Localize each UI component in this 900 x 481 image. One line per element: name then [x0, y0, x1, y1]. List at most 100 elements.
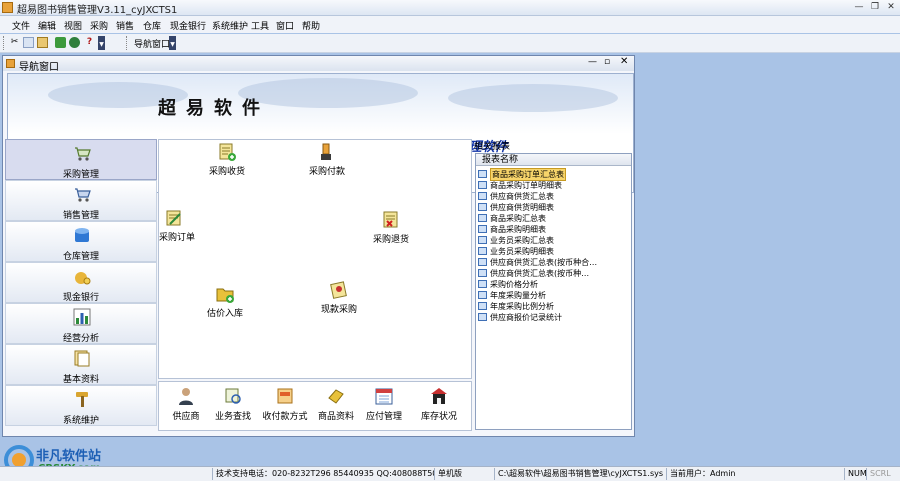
menu-help[interactable]: 帮助: [302, 19, 320, 32]
report-label: 供应商供货汇总表(按币种合…: [490, 258, 598, 267]
close-icon[interactable]: ✕: [884, 2, 898, 13]
menu-window[interactable]: 窗口: [276, 19, 294, 32]
status-scrl: SCRL: [866, 468, 896, 480]
flow-label: 采购订单: [159, 233, 196, 243]
menu-warehouse[interactable]: 仓库: [143, 19, 161, 32]
toolbar-grip-2[interactable]: [126, 36, 130, 50]
sidebar-item-label: 销售管理: [62, 211, 99, 221]
report-label: 供应商供货汇总表: [490, 192, 554, 201]
report-label: 供应商报价记录统计: [490, 313, 562, 322]
sidebar-item-label: 采购管理: [62, 170, 99, 180]
quick-label: 商品资料: [317, 412, 354, 422]
menu-sales[interactable]: 销售: [116, 19, 134, 32]
report-icon: [478, 225, 487, 233]
app-icon: [2, 2, 13, 13]
menu-view[interactable]: 视图: [64, 19, 82, 32]
report-label: 业务员采购汇总表: [490, 236, 554, 245]
sidebar-item-system[interactable]: 系统维护: [5, 385, 157, 426]
sidebar-item-purchase[interactable]: 采购管理: [5, 139, 157, 180]
sidebar-item-warehouse[interactable]: 仓库管理: [5, 221, 157, 262]
nav-window-title: 导航窗口: [19, 62, 59, 73]
quick-label: 业务查找: [214, 412, 251, 422]
flow-return[interactable]: 采购退货: [373, 210, 413, 245]
hammer-icon: [76, 392, 88, 407]
search-docs-icon: [225, 388, 241, 404]
status-path: C:\超易软件\超易图书销售管理\cyJXCTS1.sys: [494, 468, 666, 480]
flow-payment[interactable]: 采购付款: [309, 142, 349, 177]
refresh-icon[interactable]: [55, 37, 66, 48]
toolbar-overflow-icon[interactable]: ▼: [98, 36, 105, 50]
window-icon: [6, 59, 15, 68]
banner-sky: [8, 74, 633, 134]
menu-system[interactable]: 系统维护: [212, 19, 248, 32]
status-num: NUM: [844, 468, 866, 480]
store-icon: [431, 388, 447, 404]
sales-cart-icon: [75, 188, 91, 202]
flow-label: 采购收货: [209, 167, 246, 177]
nav-maximize-icon[interactable]: ▫: [604, 57, 610, 67]
toolbar-grip[interactable]: [3, 36, 7, 50]
cut-icon[interactable]: ✂: [9, 37, 20, 48]
window-title: 超易图书销售管理V3.11_cyJXCTS1: [17, 5, 178, 16]
nav-window-button[interactable]: 导航窗口: [134, 37, 170, 50]
report-icon: [478, 203, 487, 211]
flow-label: 现款采购: [321, 305, 358, 315]
flow-order[interactable]: 采购订单: [159, 208, 199, 243]
receive-doc-icon: [219, 143, 236, 161]
sidebar-item-sales[interactable]: 销售管理: [5, 180, 157, 221]
report-label: 供应商供货明细表: [490, 203, 554, 212]
quick-payables[interactable]: 应付管理: [359, 384, 409, 428]
menu-cash-bank[interactable]: 现金银行: [170, 19, 206, 32]
reports-column-header[interactable]: 报表名称: [476, 154, 631, 166]
bar-chart-icon: [73, 308, 91, 326]
flow-estimate-stock[interactable]: 估价入库: [207, 284, 247, 319]
quick-supplier[interactable]: 供应商: [161, 384, 211, 428]
nav-close-icon[interactable]: ✕: [620, 56, 628, 67]
report-icon: [478, 214, 487, 222]
reports-panel: 相关报表 报表名称 商品采购订单汇总表 商品采购订单明细表 供应商供货汇总表 供…: [474, 139, 633, 431]
menu-edit[interactable]: 编辑: [38, 19, 56, 32]
reports-list: 报表名称 商品采购订单汇总表 商品采购订单明细表 供应商供货汇总表 供应商供货明…: [475, 153, 632, 430]
report-icon: [478, 181, 487, 189]
flow-cash-purchase[interactable]: 现款采购: [321, 280, 361, 315]
quick-inventory-status[interactable]: 库存状况: [414, 384, 464, 428]
menu-tools[interactable]: 工具: [251, 19, 269, 32]
flow-label: 采购退货: [373, 235, 410, 245]
menu-purchase[interactable]: 采购: [90, 19, 108, 32]
paste-icon[interactable]: [37, 37, 48, 48]
nav-window-caption: 导航窗口 — ▫ ✕: [3, 56, 634, 73]
quick-payment-method[interactable]: 收付款方式: [260, 384, 310, 428]
menu-file[interactable]: 文件: [12, 19, 30, 32]
quick-business-search[interactable]: 业务查找: [208, 384, 258, 428]
sidebar-item-label: 系统维护: [62, 416, 99, 426]
money-bag-icon: [75, 272, 91, 285]
flow-label: 估价入库: [207, 309, 244, 319]
goods-info-icon: [328, 389, 344, 404]
report-icon: [478, 170, 487, 178]
sidebar-item-cash-bank[interactable]: 现金银行: [5, 262, 157, 303]
toolbar-overflow-icon-2[interactable]: ▼: [169, 36, 176, 50]
payment-method-icon: [277, 388, 293, 404]
flow-receive[interactable]: 采购收货: [209, 142, 249, 177]
quick-goods-info[interactable]: 商品资料: [311, 384, 361, 428]
title-bar: 超易图书销售管理V3.11_cyJXCTS1 — ❐ ✕: [0, 0, 900, 16]
quick-label: 库存状况: [420, 412, 457, 422]
reports-header: 相关报表: [474, 142, 511, 152]
cloud-decoration: [448, 84, 618, 112]
report-icon: [478, 291, 487, 299]
report-icon: [478, 236, 487, 244]
minimize-icon[interactable]: —: [852, 2, 866, 13]
globe-icon[interactable]: [69, 37, 80, 48]
report-icon: [478, 192, 487, 200]
menu-bar: 文件 编辑 视图 采购 销售 仓库 现金银行 系统维护 工具 窗口 帮助: [0, 16, 900, 33]
help-icon[interactable]: ?: [84, 37, 95, 48]
sidebar-item-analysis[interactable]: 经营分析: [5, 303, 157, 344]
nav-minimize-icon[interactable]: —: [588, 57, 597, 67]
status-support: 技术支持电话：020-8232T296 85440935 QQ:408088T5…: [212, 468, 434, 480]
status-bar: 技术支持电话：020-8232T296 85440935 QQ:408088T5…: [0, 466, 900, 481]
report-label: 年度采购比例分析: [490, 302, 554, 311]
copy-icon[interactable]: [23, 37, 34, 48]
sidebar-item-basic-data[interactable]: 基本资料: [5, 344, 157, 385]
sidebar-item-label: 基本资料: [62, 375, 99, 385]
restore-icon[interactable]: ❐: [868, 2, 882, 13]
